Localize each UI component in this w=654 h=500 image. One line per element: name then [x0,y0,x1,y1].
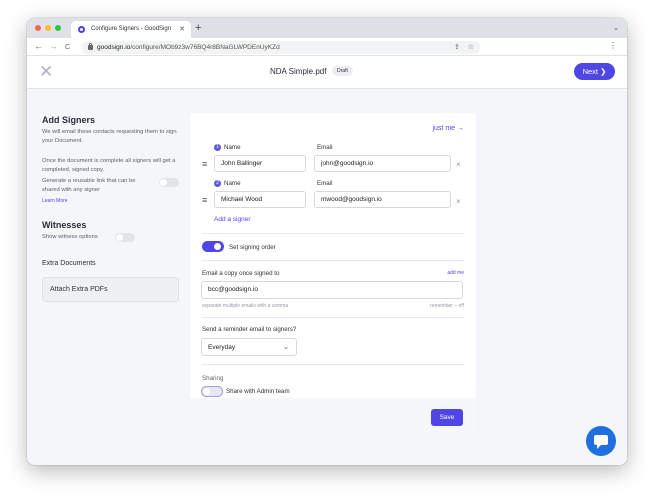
divider [202,317,464,318]
close-window-icon[interactable] [35,25,41,31]
divider [202,364,464,365]
browser-tab[interactable]: Configure Signers - GoodSign ✕ [71,21,191,38]
name-label: Name [224,180,241,187]
email-label: Email [317,180,333,187]
maximize-window-icon[interactable] [55,25,61,31]
app-body: Add Signers We will email these contacts… [27,89,627,465]
email-label: Email [317,144,333,151]
bookmark-star-icon[interactable]: ☆ [468,44,474,51]
url-path: /configure/MOb9z3w76BQ4r8BNaGLWPDEnUyKZd [130,44,280,51]
next-button[interactable]: Next ❯ [574,63,615,80]
extra-documents-title: Extra Documents [42,260,96,267]
divider [202,233,464,234]
reload-icon[interactable]: C [65,42,70,53]
reminder-selected-value: Everyday [208,344,236,351]
signer-number-badge: 2 [214,180,221,187]
goodsign-favicon-icon [78,26,85,33]
browser-menu-icon[interactable]: ⋮ [609,41,617,50]
copy-email-label: Email a copy once signed to [202,270,280,277]
witness-option-label: Show witness options [42,234,98,240]
address-bar[interactable]: goodsign.io/configure/MOb9z3w76BQ4r8BNaG… [82,41,480,54]
reusable-link-text: Generate a reusable link that can be sha… [42,178,136,193]
signer-number-badge: 1 [214,144,221,151]
add-signers-description: We will email these contacts requesting … [42,129,177,144]
signer-name-input[interactable]: John Ballinger [214,155,306,172]
browser-window: Configure Signers - GoodSign ✕ + ⌄ ← → C… [27,18,627,465]
status-badge: Draft [332,66,353,76]
back-icon[interactable]: ← [34,41,43,52]
learn-more-link[interactable]: Learn More [42,198,68,204]
reminder-label: Send a reminder email to signers? [202,326,297,333]
forward-icon[interactable]: → [49,41,58,52]
drag-handle-icon[interactable]: ≡ [202,196,207,205]
name-label: Name [224,144,241,151]
share-admin-toggle[interactable] [201,386,223,397]
add-me-link[interactable]: add me [447,270,464,276]
remove-signer-icon[interactable]: × [456,197,461,206]
remove-signer-icon[interactable]: × [456,160,461,169]
copy-email-input[interactable]: bcc@goodsign.io [201,281,463,299]
document-title: NDA Simple.pdf [270,67,327,76]
toggle-knob [116,234,123,241]
signer-name-input[interactable]: Michael Wood [214,191,306,208]
tab-search-icon[interactable]: ⌄ [613,24,619,32]
address-bar-actions: ⇪ ☆ [454,43,474,51]
chevron-down-icon: ⌄ [283,344,289,351]
chat-bubble-icon [594,435,608,449]
share-admin-label: Share with Admin team [226,388,290,395]
add-signers-title: Add Signers [42,115,96,125]
copy-email-hint: separate multiple emails with a comma [202,303,289,309]
signer-email-input[interactable]: john@goodsign.io [314,155,451,172]
minimize-window-icon[interactable] [45,25,51,31]
toggle-knob [203,388,210,395]
witnesses-title: Witnesses [42,220,87,230]
signers-panel: just me → 1 Name Email ≡ John Ballinger … [190,113,476,434]
sharing-label: Sharing [202,375,224,382]
tab-bar: Configure Signers - GoodSign ✕ + ⌄ [27,18,627,38]
remember-toggle[interactable]: remember – off [430,303,464,309]
signing-order-toggle[interactable] [202,241,224,252]
signer-email-input[interactable]: mwood@goodsign.io [314,191,451,208]
reusable-link-toggle[interactable] [159,178,179,187]
share-icon[interactable]: ⇪ [454,44,460,51]
divider [202,260,464,261]
toggle-knob [214,243,221,250]
just-me-link[interactable]: just me → [432,125,464,132]
address-toolbar: ← → C goodsign.io/configure/MOb9z3w76BQ4… [27,38,627,56]
lock-icon[interactable] [88,43,93,50]
witness-toggle[interactable] [115,233,135,242]
tab-title: Configure Signers - GoodSign [91,26,172,32]
attach-extra-pdfs-button[interactable]: Attach Extra PDFs [42,277,179,302]
close-icon[interactable]: ✕ [39,63,53,81]
drag-handle-icon[interactable]: ≡ [202,160,207,169]
tab-close-icon[interactable]: ✕ [179,25,185,33]
save-button[interactable]: Save [431,409,463,426]
url-host: goodsign.io [97,44,131,51]
chat-button[interactable] [586,426,616,456]
app-header: ✕ NDA Simple.pdf Draft Next ❯ [27,56,627,89]
toggle-knob [160,179,167,186]
signing-order-label: Set signing order [229,244,276,251]
reminder-frequency-select[interactable]: Everyday ⌄ [201,338,297,356]
completion-note: Once the document is complete all signer… [42,158,176,173]
add-signer-link[interactable]: Add a signer [214,216,251,223]
new-tab-button[interactable]: + [195,22,201,34]
